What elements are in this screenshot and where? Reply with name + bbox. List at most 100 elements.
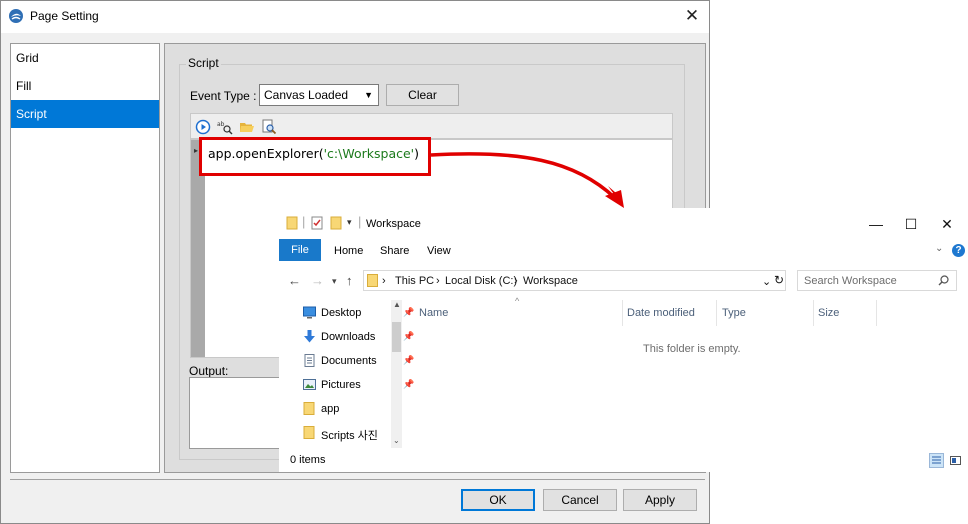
back-arrow-icon[interactable]: ←: [288, 273, 301, 288]
file-explorer-window: | ▾ | Workspace — ☐ ✕ File Home Share Vi…: [279, 208, 968, 472]
ribbon-tab-home[interactable]: Home: [334, 245, 363, 257]
empty-folder-message: This folder is empty.: [643, 343, 741, 355]
desktop-icon: [303, 306, 316, 319]
new-folder-icon[interactable]: [330, 216, 342, 230]
nav-item-label: Desktop: [321, 307, 362, 319]
details-view-icon[interactable]: [929, 453, 944, 468]
forward-arrow-icon[interactable]: →: [311, 273, 324, 288]
maximize-button[interactable]: ☐: [903, 216, 919, 232]
scroll-down-icon[interactable]: ⌄: [393, 436, 400, 445]
dialog-title: Page Setting: [30, 9, 99, 23]
pin-icon: 📌: [403, 331, 415, 341]
output-area[interactable]: [189, 377, 289, 449]
dialog-titlebar: [1, 1, 709, 33]
nav-item-label: Scripts 사진: [321, 430, 378, 442]
sort-indicator-icon: ^: [515, 296, 520, 306]
breadcrumb-local-disk[interactable]: Local Disk (C:): [445, 275, 517, 287]
cancel-button[interactable]: Cancel: [543, 489, 617, 511]
code-closing-paren: ): [414, 146, 420, 161]
navigation-pane: Desktop 📌 Downloads 📌 Documents 📌 Pictur…: [279, 300, 414, 450]
script-toolbar: ab: [190, 113, 673, 139]
minimize-button[interactable]: —: [868, 216, 884, 232]
svg-text:ab: ab: [217, 121, 225, 128]
event-type-label: Event Type :: [190, 89, 257, 103]
nav-pane-scrollbar[interactable]: ▲ ⌄: [391, 300, 402, 448]
event-type-value: Canvas Loaded: [264, 88, 349, 102]
column-separator[interactable]: [876, 300, 877, 326]
breadcrumb-separator: ›: [436, 275, 440, 287]
search-input[interactable]: Search Workspace: [797, 270, 957, 291]
folder-icon: [303, 426, 315, 439]
nav-item-label: Downloads: [321, 331, 376, 343]
pictures-icon: [303, 379, 316, 390]
run-icon[interactable]: [195, 119, 211, 135]
column-header-type[interactable]: Type: [722, 307, 746, 319]
column-header-date-modified[interactable]: Date modified: [627, 307, 695, 319]
breadcrumb-workspace[interactable]: Workspace: [523, 275, 578, 287]
address-history-icon[interactable]: ⌄: [762, 275, 771, 288]
code-call: app.openExplorer(: [208, 146, 324, 161]
folder-icon: [286, 216, 298, 230]
refresh-icon[interactable]: ↻: [774, 273, 784, 287]
scroll-up-icon[interactable]: ▲: [393, 300, 401, 309]
pin-icon: 📌: [403, 355, 415, 365]
dialog-close-button[interactable]: ✕: [682, 6, 702, 26]
pin-icon: 📌: [403, 307, 415, 317]
find-replace-icon[interactable]: ab: [217, 119, 233, 135]
status-bar: 0 items: [279, 450, 968, 472]
address-row: ← → ▾ ↑ › This PC › Local Disk (C:) › Wo…: [279, 268, 968, 294]
column-separator[interactable]: [716, 300, 717, 326]
search-icon[interactable]: [938, 275, 949, 286]
column-separator[interactable]: [622, 300, 623, 326]
search-document-icon[interactable]: [261, 119, 277, 135]
column-header-size[interactable]: Size: [818, 307, 839, 319]
customize-toolbar-icon[interactable]: ▾: [347, 217, 352, 228]
up-arrow-icon[interactable]: ↑: [346, 273, 353, 288]
app-logo-icon: [9, 9, 23, 23]
expand-ribbon-icon[interactable]: ⌄: [935, 243, 943, 254]
folder-icon: [303, 402, 315, 415]
nav-item-label: Pictures: [321, 379, 361, 391]
apply-button[interactable]: Apply: [623, 489, 697, 511]
nav-item-label: Documents: [321, 355, 377, 367]
ribbon-tab-file[interactable]: File: [279, 239, 321, 261]
event-type-select[interactable]: Canvas Loaded ▼: [259, 84, 379, 106]
open-folder-icon[interactable]: [239, 119, 255, 135]
ok-button[interactable]: OK: [461, 489, 535, 511]
properties-icon[interactable]: [311, 216, 323, 230]
ribbon-tab-view[interactable]: View: [427, 245, 451, 257]
output-label: Output:: [189, 364, 229, 378]
highlighted-code-line: app.openExplorer('c:\Workspace'): [199, 137, 431, 176]
address-bar[interactable]: › This PC › Local Disk (C:) › Workspace …: [363, 270, 786, 291]
documents-icon: [304, 354, 315, 367]
search-placeholder: Search Workspace: [804, 275, 897, 287]
sidebar-item-script[interactable]: Script: [11, 100, 159, 128]
sidebar-item-fill[interactable]: Fill: [11, 72, 159, 100]
ribbon-tab-share[interactable]: Share: [380, 245, 409, 257]
column-header-name[interactable]: Name: [419, 307, 448, 319]
help-icon[interactable]: ?: [952, 244, 965, 257]
explorer-titlebar: | ▾ | Workspace — ☐ ✕: [279, 208, 968, 238]
clear-button[interactable]: Clear: [386, 84, 459, 106]
gutter-marker-icon: ▸: [194, 146, 199, 155]
code-string-literal: 'c:\Workspace': [323, 146, 415, 161]
script-group-title: Script: [186, 56, 221, 70]
code-text: app.openExplorer('c:\Workspace'): [208, 146, 419, 161]
nav-item-label: app: [321, 403, 340, 415]
dialog-footer-divider: [10, 479, 705, 480]
recent-locations-icon[interactable]: ▾: [332, 276, 337, 287]
download-icon: [304, 330, 315, 343]
breadcrumb-this-pc[interactable]: This PC: [395, 275, 434, 287]
scrollbar-thumb[interactable]: [392, 322, 401, 352]
sidebar-item-grid[interactable]: Grid: [11, 44, 159, 72]
settings-category-list: Grid Fill Script: [10, 43, 160, 473]
column-separator[interactable]: [813, 300, 814, 326]
large-icons-view-icon[interactable]: [948, 453, 963, 468]
breadcrumb-separator: ›: [514, 275, 518, 287]
pin-icon: 📌: [403, 379, 415, 389]
item-count: 0 items: [290, 454, 326, 466]
close-button[interactable]: ✕: [939, 216, 955, 232]
titlebar-separator: |: [358, 214, 362, 229]
titlebar-separator: |: [302, 214, 306, 229]
dropdown-arrow-icon: ▼: [364, 90, 373, 100]
